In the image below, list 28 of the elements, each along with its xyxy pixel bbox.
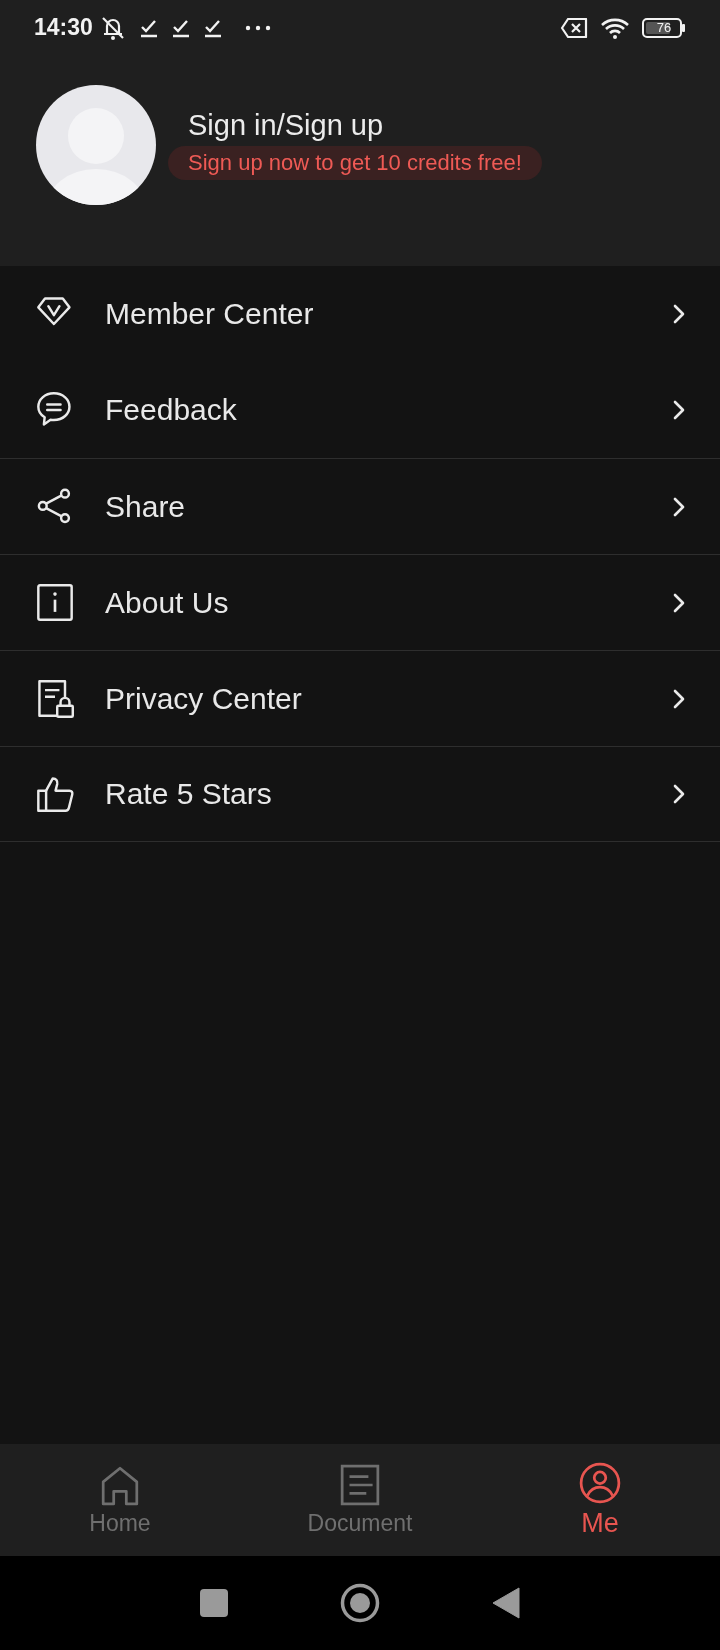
status-time: 14:30 [34, 14, 93, 41]
thumbs-up-icon [35, 774, 75, 814]
no-sim-icon [560, 17, 588, 38]
wifi-icon [600, 16, 630, 39]
document-lock-icon [35, 678, 75, 719]
chevron-right-icon [672, 783, 686, 805]
back-icon[interactable] [492, 1587, 520, 1619]
chevron-right-icon [672, 399, 686, 421]
home-circle-icon[interactable] [340, 1583, 380, 1623]
chevron-right-icon [672, 591, 686, 614]
chevron-right-icon [672, 303, 686, 325]
promo-badge: Sign up now to get 10 credits free! [168, 146, 542, 180]
sign-in-link[interactable]: Sign in/Sign up [188, 109, 384, 142]
menu-item[interactable]: Feedback [0, 362, 720, 458]
nav-tab[interactable]: Me [480, 1444, 720, 1556]
info-icon [35, 582, 75, 623]
menu-item[interactable]: Member Center [0, 266, 720, 362]
document-icon [339, 1463, 381, 1506]
menu-item[interactable]: Privacy Center [0, 650, 720, 746]
battery-indicator: 76 [642, 17, 686, 38]
person-circle-icon [579, 1461, 621, 1504]
chevron-right-icon [672, 495, 686, 518]
avatar-icon[interactable] [36, 85, 156, 205]
more-icon [244, 24, 271, 31]
menu-item[interactable]: Rate 5 Stars [0, 746, 720, 842]
menu-item[interactable]: Share [0, 458, 720, 554]
menu-item[interactable]: About Us [0, 554, 720, 650]
chevron-right-icon [672, 687, 686, 710]
